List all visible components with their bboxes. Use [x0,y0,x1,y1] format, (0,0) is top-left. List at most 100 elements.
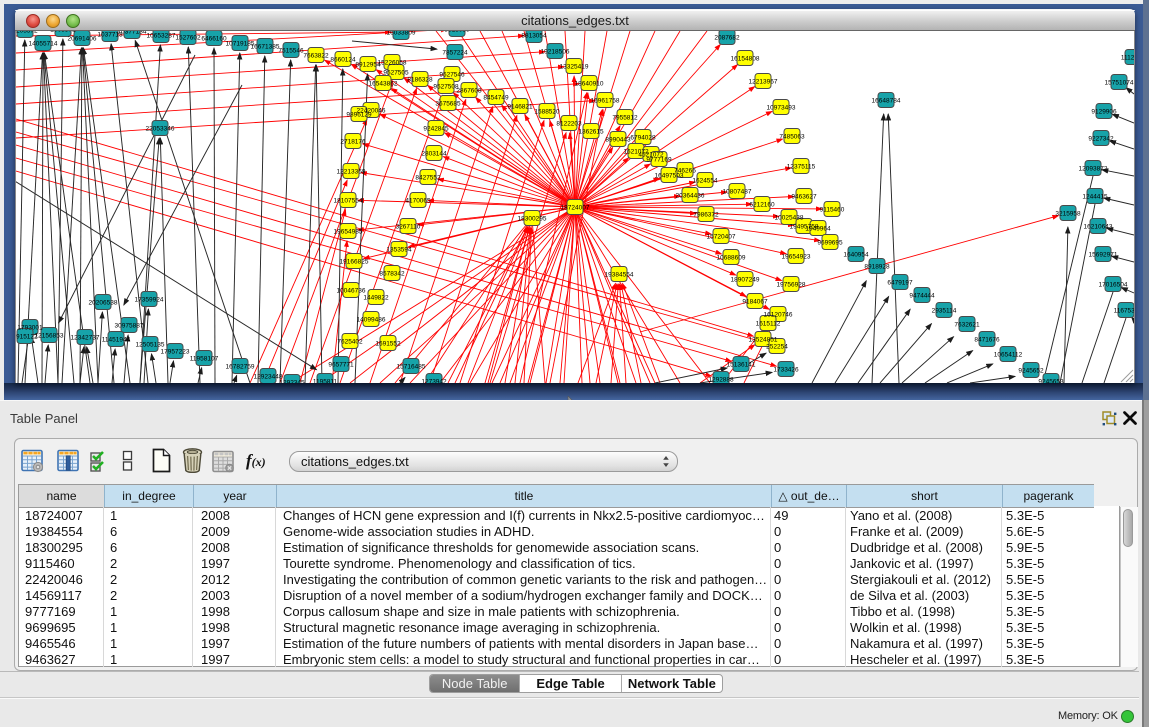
svg-text:1733426: 1733426 [773,367,799,374]
svg-text:8186328: 8186328 [407,77,433,84]
svg-text:9657771: 9657771 [328,362,354,369]
svg-text:1615112: 1615112 [756,321,781,328]
svg-text:9463627: 9463627 [791,194,817,201]
svg-text:1640954: 1640954 [843,252,869,259]
svg-text:16120746: 16120746 [764,312,793,319]
svg-text:7986372: 7986372 [693,212,719,219]
svg-text:15720407: 15720407 [707,234,736,241]
svg-text:9227342: 9227342 [1088,136,1114,143]
svg-text:12505135: 12505135 [136,342,165,349]
svg-text:9115460: 9115460 [820,207,845,214]
svg-text:9527508: 9527508 [433,84,459,91]
svg-text:3215958: 3215958 [1055,211,1081,218]
svg-text:15136141: 15136141 [727,362,756,369]
svg-text:19384554: 19384554 [605,272,634,279]
svg-text:10377134: 10377134 [118,31,147,36]
svg-text:9527546: 9527546 [439,72,465,79]
svg-text:9146821: 9146821 [507,104,533,111]
svg-text:22053346: 22053346 [146,126,175,133]
svg-text:3675685: 3675685 [435,101,461,108]
svg-text:18724007: 18724007 [561,205,590,212]
svg-text:16154808: 16154808 [731,56,760,63]
svg-text:17016504: 17016504 [1099,282,1128,289]
svg-text:8813059: 8813059 [444,31,470,34]
svg-text:9527505: 9527505 [383,70,409,77]
svg-text:10025438: 10025438 [775,215,804,222]
svg-text:20364436: 20364436 [676,193,705,200]
svg-text:30975887: 30975887 [115,323,144,330]
svg-text:19756928: 19756928 [777,282,806,289]
svg-text:20691406: 20691406 [68,36,97,43]
svg-text:4170065: 4170065 [405,198,431,205]
svg-text:7632621: 7632621 [954,322,980,329]
svg-text:1353594: 1353594 [386,247,412,254]
svg-text:2087682: 2087682 [714,35,740,42]
svg-text:1949964: 1949964 [805,226,831,233]
svg-text:6212160: 6212160 [749,202,775,209]
svg-text:1292345: 1292345 [279,380,305,383]
svg-text:1449822: 1449822 [363,295,389,302]
svg-text:15692971: 15692971 [1089,252,1118,259]
svg-text:16782759: 16782759 [226,364,255,371]
svg-text:7955812: 7955812 [612,115,638,122]
svg-text:11451944: 11451944 [102,337,131,344]
svg-text:7485063: 7485063 [779,134,805,141]
svg-text:9245653: 9245653 [1038,379,1064,383]
svg-text:7857224: 7857224 [442,50,468,57]
svg-text:1588520: 1588520 [534,109,560,116]
svg-text:8427552: 8427552 [415,175,441,182]
svg-text:2935114: 2935114 [932,308,957,315]
svg-text:7663822: 7663822 [303,53,329,60]
svg-text:14055714: 14055714 [29,41,58,48]
svg-text:2718176: 2718176 [340,139,366,146]
svg-text:1273942: 1273942 [421,379,447,383]
svg-text:10654112: 10654112 [994,352,1023,359]
svg-text:1244415: 1244415 [1082,194,1108,201]
svg-text:1292888: 1292888 [708,377,734,383]
svg-text:10973493: 10973493 [767,105,796,112]
svg-text:6794028: 6794028 [630,135,656,142]
svg-text:18907249: 18907249 [731,277,760,284]
svg-text:1205572: 1205572 [16,31,38,35]
svg-text:252254: 252254 [766,344,788,351]
svg-text:13524851: 13524851 [749,337,778,344]
svg-text:9777169: 9777169 [646,157,672,164]
svg-text:3267110: 3267110 [396,224,421,231]
svg-text:1624554: 1624554 [692,178,718,185]
svg-text:1527602: 1527602 [175,35,201,42]
svg-text:17359924: 17359924 [135,297,164,304]
svg-text:9129906: 9129906 [1091,109,1117,116]
svg-text:12093872: 12093872 [1079,166,1108,173]
svg-text:15716485: 15716485 [397,364,426,371]
svg-text:9474444: 9474444 [909,293,935,300]
svg-text:16497503: 16497503 [655,173,684,180]
svg-text:7515546: 7515546 [278,48,304,55]
svg-text:1691552: 1691552 [375,341,401,348]
svg-text:12375115: 12375115 [787,164,816,171]
svg-text:9242845: 9242845 [423,126,449,133]
svg-text:16671385: 16671385 [251,44,280,51]
svg-text:1167533: 1167533 [1114,308,1134,315]
svg-text:2803144: 2803144 [421,151,447,158]
svg-text:18300295: 18300295 [518,216,547,223]
svg-text:8660124: 8660124 [330,57,356,64]
svg-text:2867608: 2867608 [456,88,482,95]
svg-text:17957223: 17957223 [161,349,190,356]
svg-text:1793001: 1793001 [17,325,43,332]
svg-text:18107554: 18107554 [334,198,363,205]
svg-text:8578342: 8578342 [379,271,405,278]
svg-text:1195811: 1195811 [313,379,338,383]
svg-text:8813054: 8813054 [521,33,547,40]
svg-text:9699695: 9699695 [817,240,843,247]
svg-text:13325419: 13325419 [560,64,589,71]
svg-text:8918928: 8918928 [864,264,890,271]
svg-text:11958107: 11958107 [190,356,219,363]
svg-text:20206538: 20206538 [89,300,118,307]
svg-text:8990443: 8990443 [605,137,631,144]
svg-text:19654985: 19654985 [334,229,363,236]
svg-text:15226058: 15226058 [378,60,407,67]
svg-text:18640910: 18640910 [575,81,604,88]
svg-text:10046736: 10046736 [337,288,366,295]
svg-text:2005571: 2005571 [50,31,76,34]
svg-text:9245652: 9245652 [1018,368,1044,375]
